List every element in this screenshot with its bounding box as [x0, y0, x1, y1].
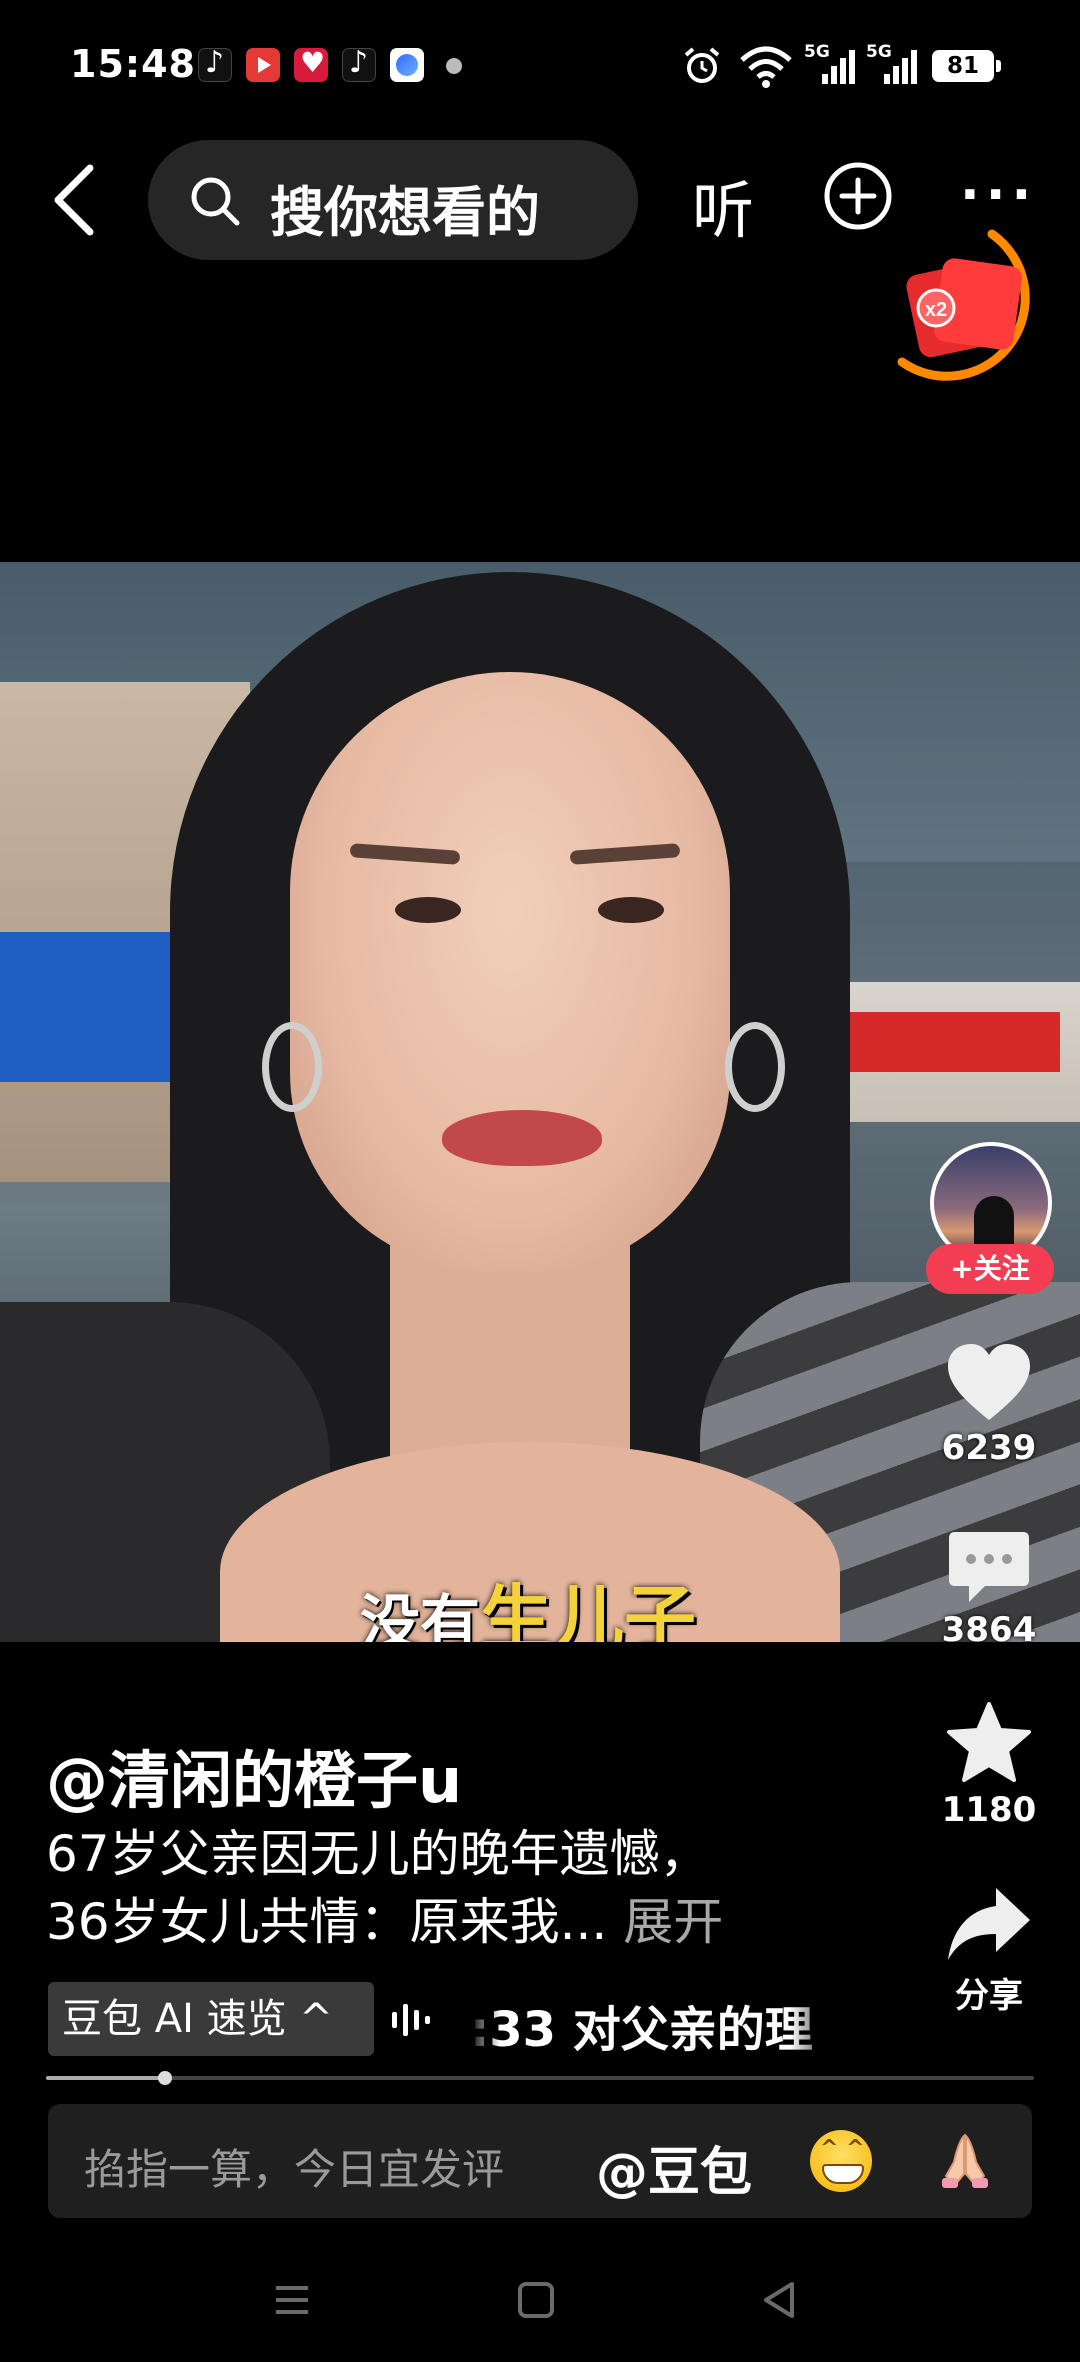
like-button[interactable]: 6239 [914, 1340, 1064, 1468]
listen-button[interactable]: 听 [692, 160, 754, 250]
favorite-count: 1180 [941, 1790, 1037, 1830]
ai-summary-text: :33 对父亲的理 [470, 2002, 813, 2058]
post-description[interactable]: 67岁父亲因无儿的晚年遗憾， 36岁女儿共情：原来我... 展开 [46, 1820, 846, 1956]
browser-notification-icon [390, 48, 424, 82]
search-placeholder: 搜你想看的 [270, 181, 540, 244]
home-square-icon[interactable] [506, 2270, 566, 2330]
more-notifications-dot-icon [446, 58, 462, 74]
praying-hands-emoji-icon[interactable] [934, 2130, 996, 2192]
wifi-icon [740, 46, 792, 88]
red-envelope-reward-icon[interactable]: x2 [892, 222, 1034, 382]
expand-link[interactable]: 展开 [623, 1893, 723, 1951]
heart-app-notification-icon [294, 46, 328, 82]
share-button[interactable]: 分享 [914, 1884, 1064, 2017]
description-line-1: 67岁父亲因无儿的晚年遗憾， [46, 1825, 710, 1883]
search-bar[interactable]: 搜你想看的 [148, 140, 638, 260]
comment-bubble-icon [949, 1532, 1029, 1602]
progress-fill [46, 2076, 165, 2080]
search-icon [191, 177, 240, 226]
comment-button[interactable]: 3864 [914, 1528, 1064, 1650]
like-count: 6239 [941, 1428, 1037, 1468]
video-app-notification-icon [246, 48, 280, 82]
star-icon [947, 1702, 1031, 1782]
grinning-emoji-icon[interactable] [810, 2130, 872, 2192]
comment-placeholder: 掐指一算，今日宜发评 [84, 2145, 505, 2194]
share-label: 分享 [955, 1976, 1023, 2016]
ai-summary-toggle[interactable]: 豆包 AI 速览 ^ [48, 1982, 374, 2056]
signal-sim2-icon: 5G [866, 42, 920, 86]
status-bar: 15:48 5G 5G 81 [0, 0, 1080, 130]
person-lips [442, 1110, 602, 1166]
comment-input-bar[interactable]: 掐指一算，今日宜发评 @豆包 [48, 2104, 1032, 2218]
share-arrow-icon [948, 1888, 1030, 1960]
douyin-lite-notification-icon [342, 45, 376, 82]
menu-icon[interactable] [262, 2270, 322, 2330]
add-circle-icon[interactable] [822, 160, 894, 232]
svg-text:x2: x2 [925, 299, 947, 321]
douyin-notification-icon [198, 45, 232, 82]
battery-indicator: 81 [932, 50, 1001, 82]
follow-button[interactable]: +关注 [926, 1244, 1054, 1294]
back-arrow-icon[interactable] [44, 160, 104, 240]
earring-left [262, 1022, 322, 1112]
comment-count: 3864 [941, 1610, 1037, 1650]
audio-wave-icon [392, 2004, 430, 2036]
system-navigation-bar [0, 2240, 1080, 2362]
more-options-icon[interactable]: ··· [960, 169, 1037, 221]
back-triangle-icon[interactable] [750, 2270, 810, 2330]
status-time: 15:48 [70, 42, 196, 86]
author-name[interactable]: @清闲的橙子u [46, 1730, 462, 1820]
progress-knob[interactable] [157, 2071, 172, 2085]
person-face [290, 672, 730, 1272]
heart-icon [948, 1344, 1030, 1420]
mention-doubao-button[interactable]: @豆包 [596, 2130, 752, 2205]
video-player[interactable]: 没有生儿子 [0, 562, 1080, 1642]
video-subtitle: 没有生儿子 [360, 1576, 697, 1642]
signal-sim1-icon: 5G [804, 42, 858, 86]
description-line-2: 36岁女儿共情：原来我... [46, 1893, 608, 1951]
alarm-icon [684, 47, 720, 83]
favorite-button[interactable]: 1180 [914, 1700, 1064, 1830]
earring-right [725, 1022, 785, 1112]
video-progress-bar[interactable] [46, 2071, 1034, 2085]
